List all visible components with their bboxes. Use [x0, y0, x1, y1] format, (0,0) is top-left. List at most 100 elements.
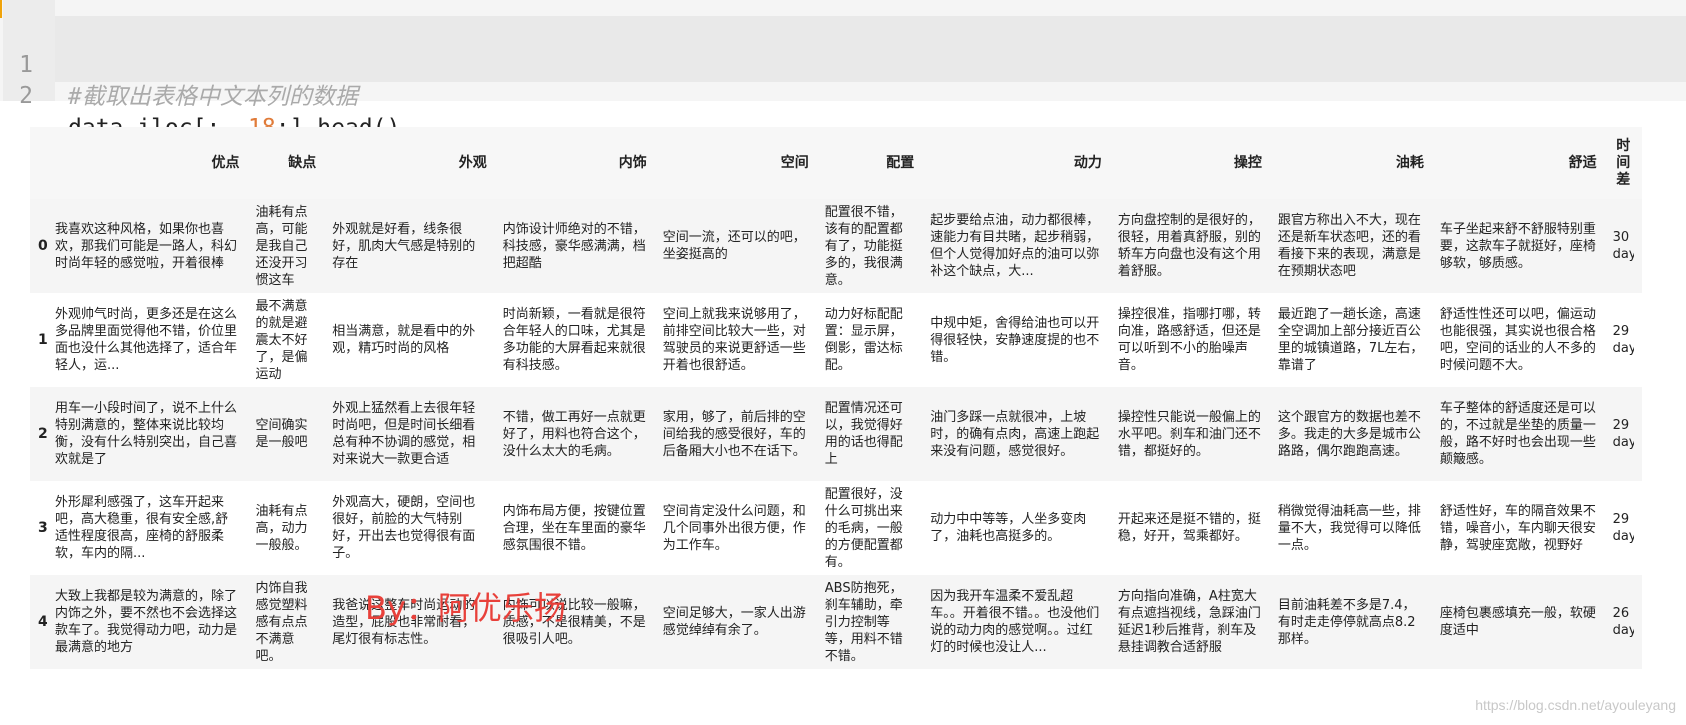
cell-text: 内饰自我感觉塑料感有点点不满意吧。	[255, 580, 308, 664]
cell-text: 动力中中等等，人坐多变肉了，油耗也高挺多的。	[930, 512, 1087, 544]
cell-text: 29 days	[1612, 324, 1634, 356]
cell-text: 跟官方称出入不大，现在还是新车状态吧，还的看看接下来的表现，满意是在预期状态吧	[1277, 213, 1421, 279]
cell-text: ABS防抱死，刹车辅助，牵引力控制等等，用料不错不错。	[824, 580, 903, 664]
table-cell: 30 days	[1605, 199, 1642, 293]
table-cell: 大致上我都是较为满意的，除了内饰之外，要不然也不会选择这款车了。我觉得动力吧，动…	[47, 575, 247, 669]
table-cell: 起步要给点油，动力都很棒，速能力有目共睹，起步稍弱，但个人觉得加好点的油可以弥补…	[922, 199, 1110, 293]
cell-text: 我喜欢这种风格，如果你也喜欢，那我们可能是一路人，科幻时尚年轻的感觉啦，开着很棒	[55, 221, 238, 271]
cell-text: 目前油耗差不多是7.4，有时走走停停就高点8.2那样。	[1277, 597, 1416, 647]
table-cell: 方向指向准确，A柱宽大有点遮挡视线，急踩油门延迟1秒后推背，刹车及悬挂调教合适舒…	[1110, 575, 1270, 669]
table-cell: 车子整体的舒适度还是可以的，不过就是坐垫的质量一般，路不好时也会出现一些颠簸感。	[1432, 387, 1605, 481]
table-cell: 最不满意的就是避震太不好了，是偏运动	[247, 293, 324, 387]
cell-text: 30 days	[1612, 230, 1634, 262]
cell-text: 舒适性性还可以吧，偏运动也能很强，其实说也很合格吧，空间的话业的人不多的时候问题…	[1439, 307, 1596, 373]
column-header-handling: 操控	[1109, 127, 1270, 199]
cell-text: 26 days	[1612, 606, 1634, 638]
table-cell: 内饰布局方便，按键位置合理，坐在车里面的豪华感氛围很不错。	[495, 481, 655, 575]
cell-text: 操控很准，指哪打哪，转向准，路感舒适，但还是可以听到不小的胎噪声音。	[1117, 307, 1261, 373]
cell-text: 油门多踩一点就很冲，上坡时，的确有点肉，高速上跑起来没有问题，感觉很好。	[930, 409, 1100, 459]
column-header-config: 配置	[816, 127, 923, 199]
table-cell: 方向盘控制的是很好的，很轻，用着真舒服，别的轿车方向盘也没有这个用着舒服。	[1110, 199, 1270, 293]
code-comment: #截取出表格中文本列的数据	[68, 84, 358, 110]
cell-text: 29 days	[1612, 512, 1634, 544]
table-cell: 舒适性好，车的隔音效果不错，噪音小，车内聊天很安静，驾驶座宽敞，视野好	[1432, 481, 1605, 575]
cell-text: 最近跑了一趟长途，高速全空调加上部分接近百公里的城镇道路，7L左右，靠谱了	[1277, 307, 1424, 373]
cell-text: 29 days	[1612, 418, 1634, 450]
cell-text: 空间足够大，一家人出游感觉绰绰有余了。	[662, 606, 806, 638]
table-cell: 内饰设计师绝对的不错，科技感，豪华感满满，档把超酷	[495, 199, 655, 293]
cell-text: 配置情况还可以，我觉得好用的话也得配上	[824, 401, 903, 467]
cell-text: 外观上猛然看上去很年轻时尚吧，但是时间长细看总有种不协调的感觉，相对来说大一款更…	[332, 401, 476, 467]
cell-text: 配置很好，没什么可挑出来的毛病，一般的方便配置都有。	[824, 486, 903, 570]
table-cell: 座椅包裹感填充一般，软硬度适中	[1432, 575, 1605, 669]
table-cell: 外观帅气时尚，更多还是在这么多品牌里面觉得他不错，价位里面也没什么其他选择了，适…	[47, 293, 247, 387]
table-row: 2 用车一小段时间了，说不上什么特别满意的，整体来说比较均衡，没有什么特别突出，自…	[30, 387, 1642, 481]
table-cell: 舒适性性还可以吧，偏运动也能很强，其实说也很合格吧，空间的话业的人不多的时候问题…	[1432, 293, 1605, 387]
row-index: 2	[38, 425, 48, 442]
table-cell: 用车一小段时间了，说不上什么特别满意的，整体来说比较均衡，没有什么特别突出，自己…	[47, 387, 247, 481]
table-row: 3 外形犀利感强了，这车开起来吧，高大稳重，很有安全感,舒适性程度很高，座椅的舒服…	[30, 481, 1642, 575]
cell-text: 稍微觉得油耗高一些，排量不大，我觉得可以降低一点。	[1277, 503, 1421, 553]
table-cell: 家用，够了，前后排的空间给我的感受很好，车的后备厢大小也不在话下。	[655, 387, 817, 481]
table-cell: 这个跟官方的数据也差不多。我走的大多是城市公路路，偶尔跑跑高速。	[1270, 387, 1432, 481]
column-header-power: 动力	[922, 127, 1110, 199]
row-index: 3	[38, 519, 48, 536]
column-header-interior: 内饰	[494, 127, 655, 199]
column-header-exterior: 外观	[324, 127, 495, 199]
row-index: 1	[38, 331, 48, 348]
table-cell: 动力中中等等，人坐多变肉了，油耗也高挺多的。	[922, 481, 1110, 575]
line-number: 2	[19, 83, 33, 109]
code-line-1[interactable]: 1 #截取出表格中文本列的数据	[0, 17, 358, 110]
table-cell: 空间肯定没什么问题，和几个同事外出很方便，作为工作车。	[655, 481, 817, 575]
cell-text: 空间肯定没什么问题，和几个同事外出很方便，作为工作车。	[662, 503, 806, 553]
cell-text: 内饰设计师绝对的不错，科技感，豪华感满满，档把超酷	[502, 221, 646, 271]
table-cell: 29 days	[1605, 387, 1642, 481]
column-header-fuel: 油耗	[1269, 127, 1432, 199]
table-cell: 配置很好，没什么可挑出来的毛病，一般的方便配置都有。	[817, 481, 923, 575]
cell-text: 因为我开车温柔不爱乱超车。。开着很不错。。也没他们说的动力肉的感觉啊。。过红灯的…	[930, 589, 1100, 655]
cell-text: 中规中矩，舍得给油也可以开得很轻快，安静速度提的也不错。	[930, 315, 1100, 365]
row-index: 0	[38, 237, 48, 254]
cell-text: 空间上就我来说够用了，前排空间比较大一些，对驾驶员的来说更舒适一些开着也很舒适。	[662, 307, 806, 373]
header-row: 优点 缺点 外观 内饰 空间 配置 动力 操控 油耗 舒适 时间差	[30, 127, 1642, 199]
code-line-2[interactable]: 2 data.iloc[:, 18:].head()	[0, 48, 400, 141]
table-row: 0 我喜欢这种风格，如果你也喜欢，那我们可能是一路人，科幻时尚年轻的感觉啦，开着很…	[30, 199, 1642, 293]
cell-text: 内饰布局方便，按键位置合理，坐在车里面的豪华感氛围很不错。	[502, 503, 646, 553]
cell-text: 外形犀利感强了，这车开起来吧，高大稳重，很有安全感,舒适性程度很高，座椅的舒服柔…	[55, 495, 229, 561]
cell-text: 这个跟官方的数据也差不多。我走的大多是城市公路路，偶尔跑跑高速。	[1277, 409, 1421, 459]
table-cell: 开起来还是挺不错的，挺稳，好开，驾乘都好。	[1110, 481, 1270, 575]
column-header-cons: 缺点	[247, 127, 325, 199]
column-header-comfort: 舒适	[1431, 127, 1605, 199]
cell-text: 空间一流，还可以的吧，坐姿挺高的	[662, 230, 806, 262]
table-cell: 空间确实是一般吧	[247, 387, 324, 481]
column-header-time-diff: 时间差	[1604, 127, 1642, 199]
table-cell: 外观高大，硬朗，空间也很好，前脸的大气特别好，开出去也觉得很有面子。	[324, 481, 495, 575]
table-cell: 油耗有点高，可能是我自己还没开习惯这车	[247, 199, 324, 293]
table-cell: 跟官方称出入不大，现在还是新车状态吧，还的看看接下来的表现，满意是在预期状态吧	[1270, 199, 1432, 293]
table-cell: 配置很不错，该有的配置都有了，功能挺多的，我很满意。	[817, 199, 923, 293]
cell-text: 座椅包裹感填充一般，软硬度适中	[1439, 606, 1596, 638]
code-cell[interactable]: 1 #截取出表格中文本列的数据 2 data.iloc[:, 18:].head…	[0, 0, 1686, 141]
table-cell: 29 days	[1605, 293, 1642, 387]
table-cell: 26 days	[1605, 575, 1642, 669]
table-row: 4 大致上我都是较为满意的，除了内饰之外，要不然也不会选择这款车了。我觉得动力吧，…	[30, 575, 1642, 669]
table-cell: 空间足够大，一家人出游感觉绰绰有余了。	[655, 575, 817, 669]
cell-text: 用车一小段时间了，说不上什么特别满意的，整体来说比较均衡，没有什么特别突出，自己…	[55, 401, 238, 467]
cell-text: 起步要给点油，动力都很棒，速能力有目共睹，起步稍弱，但个人觉得加好点的油可以弥补…	[930, 213, 1100, 279]
code-editor[interactable]	[55, 16, 1686, 82]
dataframe-table: 优点 缺点 外观 内饰 空间 配置 动力 操控 油耗 舒适 时间差 0 我喜欢这种…	[30, 127, 1642, 669]
cell-text: 配置很不错，该有的配置都有了，功能挺多的，我很满意。	[824, 204, 903, 288]
dataframe-output: 优点 缺点 外观 内饰 空间 配置 动力 操控 油耗 舒适 时间差 0 我喜欢这种…	[30, 127, 1642, 669]
table-cell: 外观就是好看，线条很好，肌肉大气感是特别的存在	[324, 199, 495, 293]
url-watermark: https://blog.csdn.net/ayouleyang	[1475, 697, 1676, 713]
cell-text: 空间确实是一般吧	[255, 418, 308, 450]
table-cell: 因为我开车温柔不爱乱超车。。开着很不错。。也没他们说的动力肉的感觉啊。。过红灯的…	[922, 575, 1110, 669]
table-cell: 相当满意，就是看中的外观，精巧时尚的风格	[324, 293, 495, 387]
cell-text: 方向指向准确，A柱宽大有点遮挡视线，急踩油门延迟1秒后推背，刹车及悬挂调教合适舒…	[1117, 589, 1261, 655]
table-cell: 操控很准，指哪打哪，转向准，路感舒适，但还是可以听到不小的胎噪声音。	[1110, 293, 1270, 387]
table-cell: 中规中矩，舍得给油也可以开得很轻快，安静速度提的也不错。	[922, 293, 1110, 387]
table-cell: 空间一流，还可以的吧，坐姿挺高的	[655, 199, 817, 293]
cell-text: 动力好标配配置：显示屏，倒影，雷达标配。	[824, 307, 903, 373]
table-cell: 空间上就我来说够用了，前排空间比较大一些，对驾驶员的来说更舒适一些开着也很舒适。	[655, 293, 817, 387]
cell-text: 油耗有点高，动力一般般。	[255, 503, 308, 553]
